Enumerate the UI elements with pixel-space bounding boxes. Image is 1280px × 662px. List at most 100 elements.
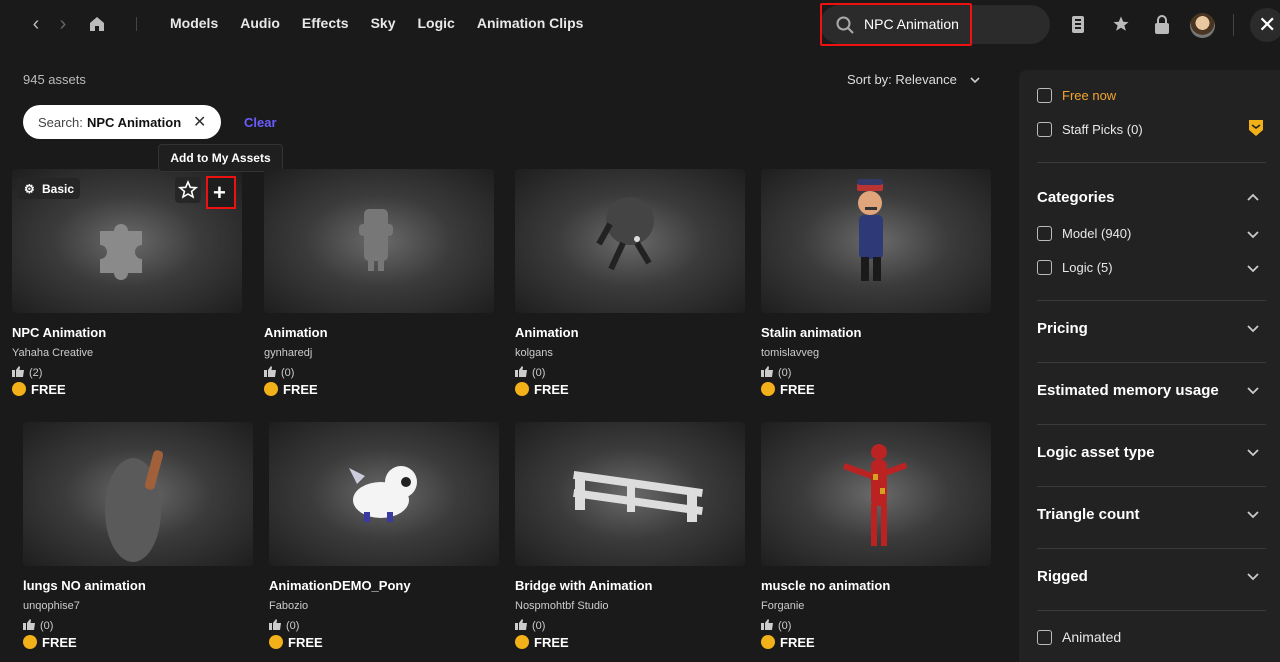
coin-icon xyxy=(515,382,529,396)
asset-title[interactable]: lungs NO animation xyxy=(23,578,146,593)
coin-icon xyxy=(12,382,26,396)
price-label: FREE xyxy=(534,635,569,650)
asset-thumbnail[interactable] xyxy=(264,169,494,313)
tooltip: Add to My Assets xyxy=(158,144,283,172)
asset-title[interactable]: Animation xyxy=(264,325,328,340)
free-now-label[interactable]: Free now xyxy=(1062,88,1116,103)
asset-author[interactable]: unqophise7 xyxy=(23,600,80,612)
chip-label: Search: xyxy=(38,115,83,130)
divider xyxy=(136,17,137,31)
asset-likes: (0) xyxy=(761,366,791,379)
staff-picks-label[interactable]: Staff Picks (0) xyxy=(1062,122,1143,137)
basic-badge: ⚙ Basic xyxy=(17,178,80,199)
chevron-down-icon[interactable] xyxy=(969,73,981,85)
asset-thumbnail[interactable] xyxy=(761,422,991,566)
asset-author[interactable]: Nospmohtbf Studio xyxy=(515,600,609,612)
asset-author[interactable]: gynharedj xyxy=(264,347,312,359)
asset-author[interactable]: Fabozio xyxy=(269,600,308,612)
menu-sky[interactable]: Sky xyxy=(371,15,396,31)
home-icon[interactable] xyxy=(87,14,107,34)
asset-title[interactable]: Animation xyxy=(515,325,579,340)
top-bar: ‹ › Models Audio Effects Sky Logic Anima… xyxy=(0,0,1280,50)
logic-label[interactable]: Logic (5) xyxy=(1062,260,1113,275)
star-icon[interactable] xyxy=(1112,15,1132,35)
asset-thumbnail[interactable] xyxy=(269,422,499,566)
favorite-button[interactable] xyxy=(175,177,201,203)
asset-title[interactable]: muscle no animation xyxy=(761,578,890,593)
triangle-count-heading[interactable]: Triangle count xyxy=(1037,506,1140,523)
asset-thumbnail[interactable] xyxy=(515,169,745,313)
thumbs-up-icon xyxy=(264,366,276,377)
logic-type-heading[interactable]: Logic asset type xyxy=(1037,444,1155,461)
animated-label[interactable]: Animated xyxy=(1062,629,1121,645)
likes-count: (0) xyxy=(778,367,792,379)
sort-dropdown[interactable]: Sort by: Relevance xyxy=(847,72,957,87)
library-icon[interactable] xyxy=(1070,15,1090,35)
model-label[interactable]: Model (940) xyxy=(1062,226,1131,241)
asset-title[interactable]: AnimationDEMO_Pony xyxy=(269,578,411,593)
asset-likes: (0) xyxy=(515,619,545,632)
menu-animation-clips[interactable]: Animation Clips xyxy=(477,15,584,31)
asset-title[interactable]: Stalin animation xyxy=(761,325,861,340)
search-input[interactable] xyxy=(864,16,1014,32)
chevron-down-icon[interactable] xyxy=(1246,321,1260,335)
menu-effects[interactable]: Effects xyxy=(302,15,349,31)
thumbs-up-icon xyxy=(515,366,527,377)
menu-logic[interactable]: Logic xyxy=(418,15,455,31)
back-icon[interactable]: ‹ xyxy=(26,14,46,34)
staff-picks-checkbox[interactable] xyxy=(1037,122,1052,137)
coin-icon xyxy=(761,382,775,396)
asset-likes: (0) xyxy=(264,366,294,379)
add-to-assets-button[interactable]: + xyxy=(206,176,236,209)
chevron-down-icon[interactable] xyxy=(1246,383,1260,397)
asset-thumbnail[interactable] xyxy=(515,422,745,566)
chevron-up-icon[interactable] xyxy=(1246,191,1260,205)
asset-price: FREE xyxy=(515,635,569,650)
asset-title[interactable]: NPC Animation xyxy=(12,325,106,340)
lock-icon[interactable] xyxy=(1153,15,1173,35)
price-label: FREE xyxy=(780,382,815,397)
divider xyxy=(1233,14,1234,36)
coin-icon xyxy=(23,635,37,649)
avatar[interactable] xyxy=(1190,13,1215,38)
forward-icon[interactable]: › xyxy=(53,14,73,34)
category-menu: Models Audio Effects Sky Logic Animation… xyxy=(170,15,605,31)
remove-chip-icon[interactable]: ✕ xyxy=(193,112,206,132)
asset-author[interactable]: Forganie xyxy=(761,600,804,612)
chevron-down-icon[interactable] xyxy=(1246,445,1260,459)
asset-thumbnail[interactable] xyxy=(761,169,991,313)
categories-heading[interactable]: Categories xyxy=(1037,189,1115,206)
price-label: FREE xyxy=(42,635,77,650)
divider xyxy=(1037,548,1266,549)
animated-checkbox[interactable] xyxy=(1037,630,1052,645)
star-outline-icon xyxy=(177,179,199,199)
asset-thumbnail[interactable] xyxy=(23,422,253,566)
menu-models[interactable]: Models xyxy=(170,15,218,31)
asset-price: FREE xyxy=(515,382,569,397)
menu-audio[interactable]: Audio xyxy=(240,15,280,31)
thumbs-up-icon xyxy=(761,619,773,630)
chevron-down-icon[interactable] xyxy=(1246,227,1260,241)
chevron-down-icon[interactable] xyxy=(1246,507,1260,521)
memory-usage-heading[interactable]: Estimated memory usage xyxy=(1037,382,1219,399)
asset-author[interactable]: kolgans xyxy=(515,347,553,359)
model-checkbox[interactable] xyxy=(1037,226,1052,241)
chevron-down-icon[interactable] xyxy=(1246,261,1260,275)
rigged-heading[interactable]: Rigged xyxy=(1037,568,1088,585)
divider xyxy=(1037,486,1266,487)
clear-button[interactable]: Clear xyxy=(244,115,277,130)
pricing-heading[interactable]: Pricing xyxy=(1037,320,1088,337)
free-now-checkbox[interactable] xyxy=(1037,88,1052,103)
asset-author[interactable]: Yahaha Creative xyxy=(12,347,93,359)
asset-author[interactable]: tomislavveg xyxy=(761,347,819,359)
thumbs-up-icon xyxy=(23,619,35,630)
plus-icon: + xyxy=(213,180,226,205)
divider xyxy=(1037,362,1266,363)
asset-title[interactable]: Bridge with Animation xyxy=(515,578,652,593)
divider xyxy=(1037,162,1266,163)
close-button[interactable]: ✕ xyxy=(1250,8,1280,42)
likes-count: (2) xyxy=(29,367,43,379)
asset-count: 945 assets xyxy=(23,72,86,87)
chevron-down-icon[interactable] xyxy=(1246,569,1260,583)
logic-checkbox[interactable] xyxy=(1037,260,1052,275)
